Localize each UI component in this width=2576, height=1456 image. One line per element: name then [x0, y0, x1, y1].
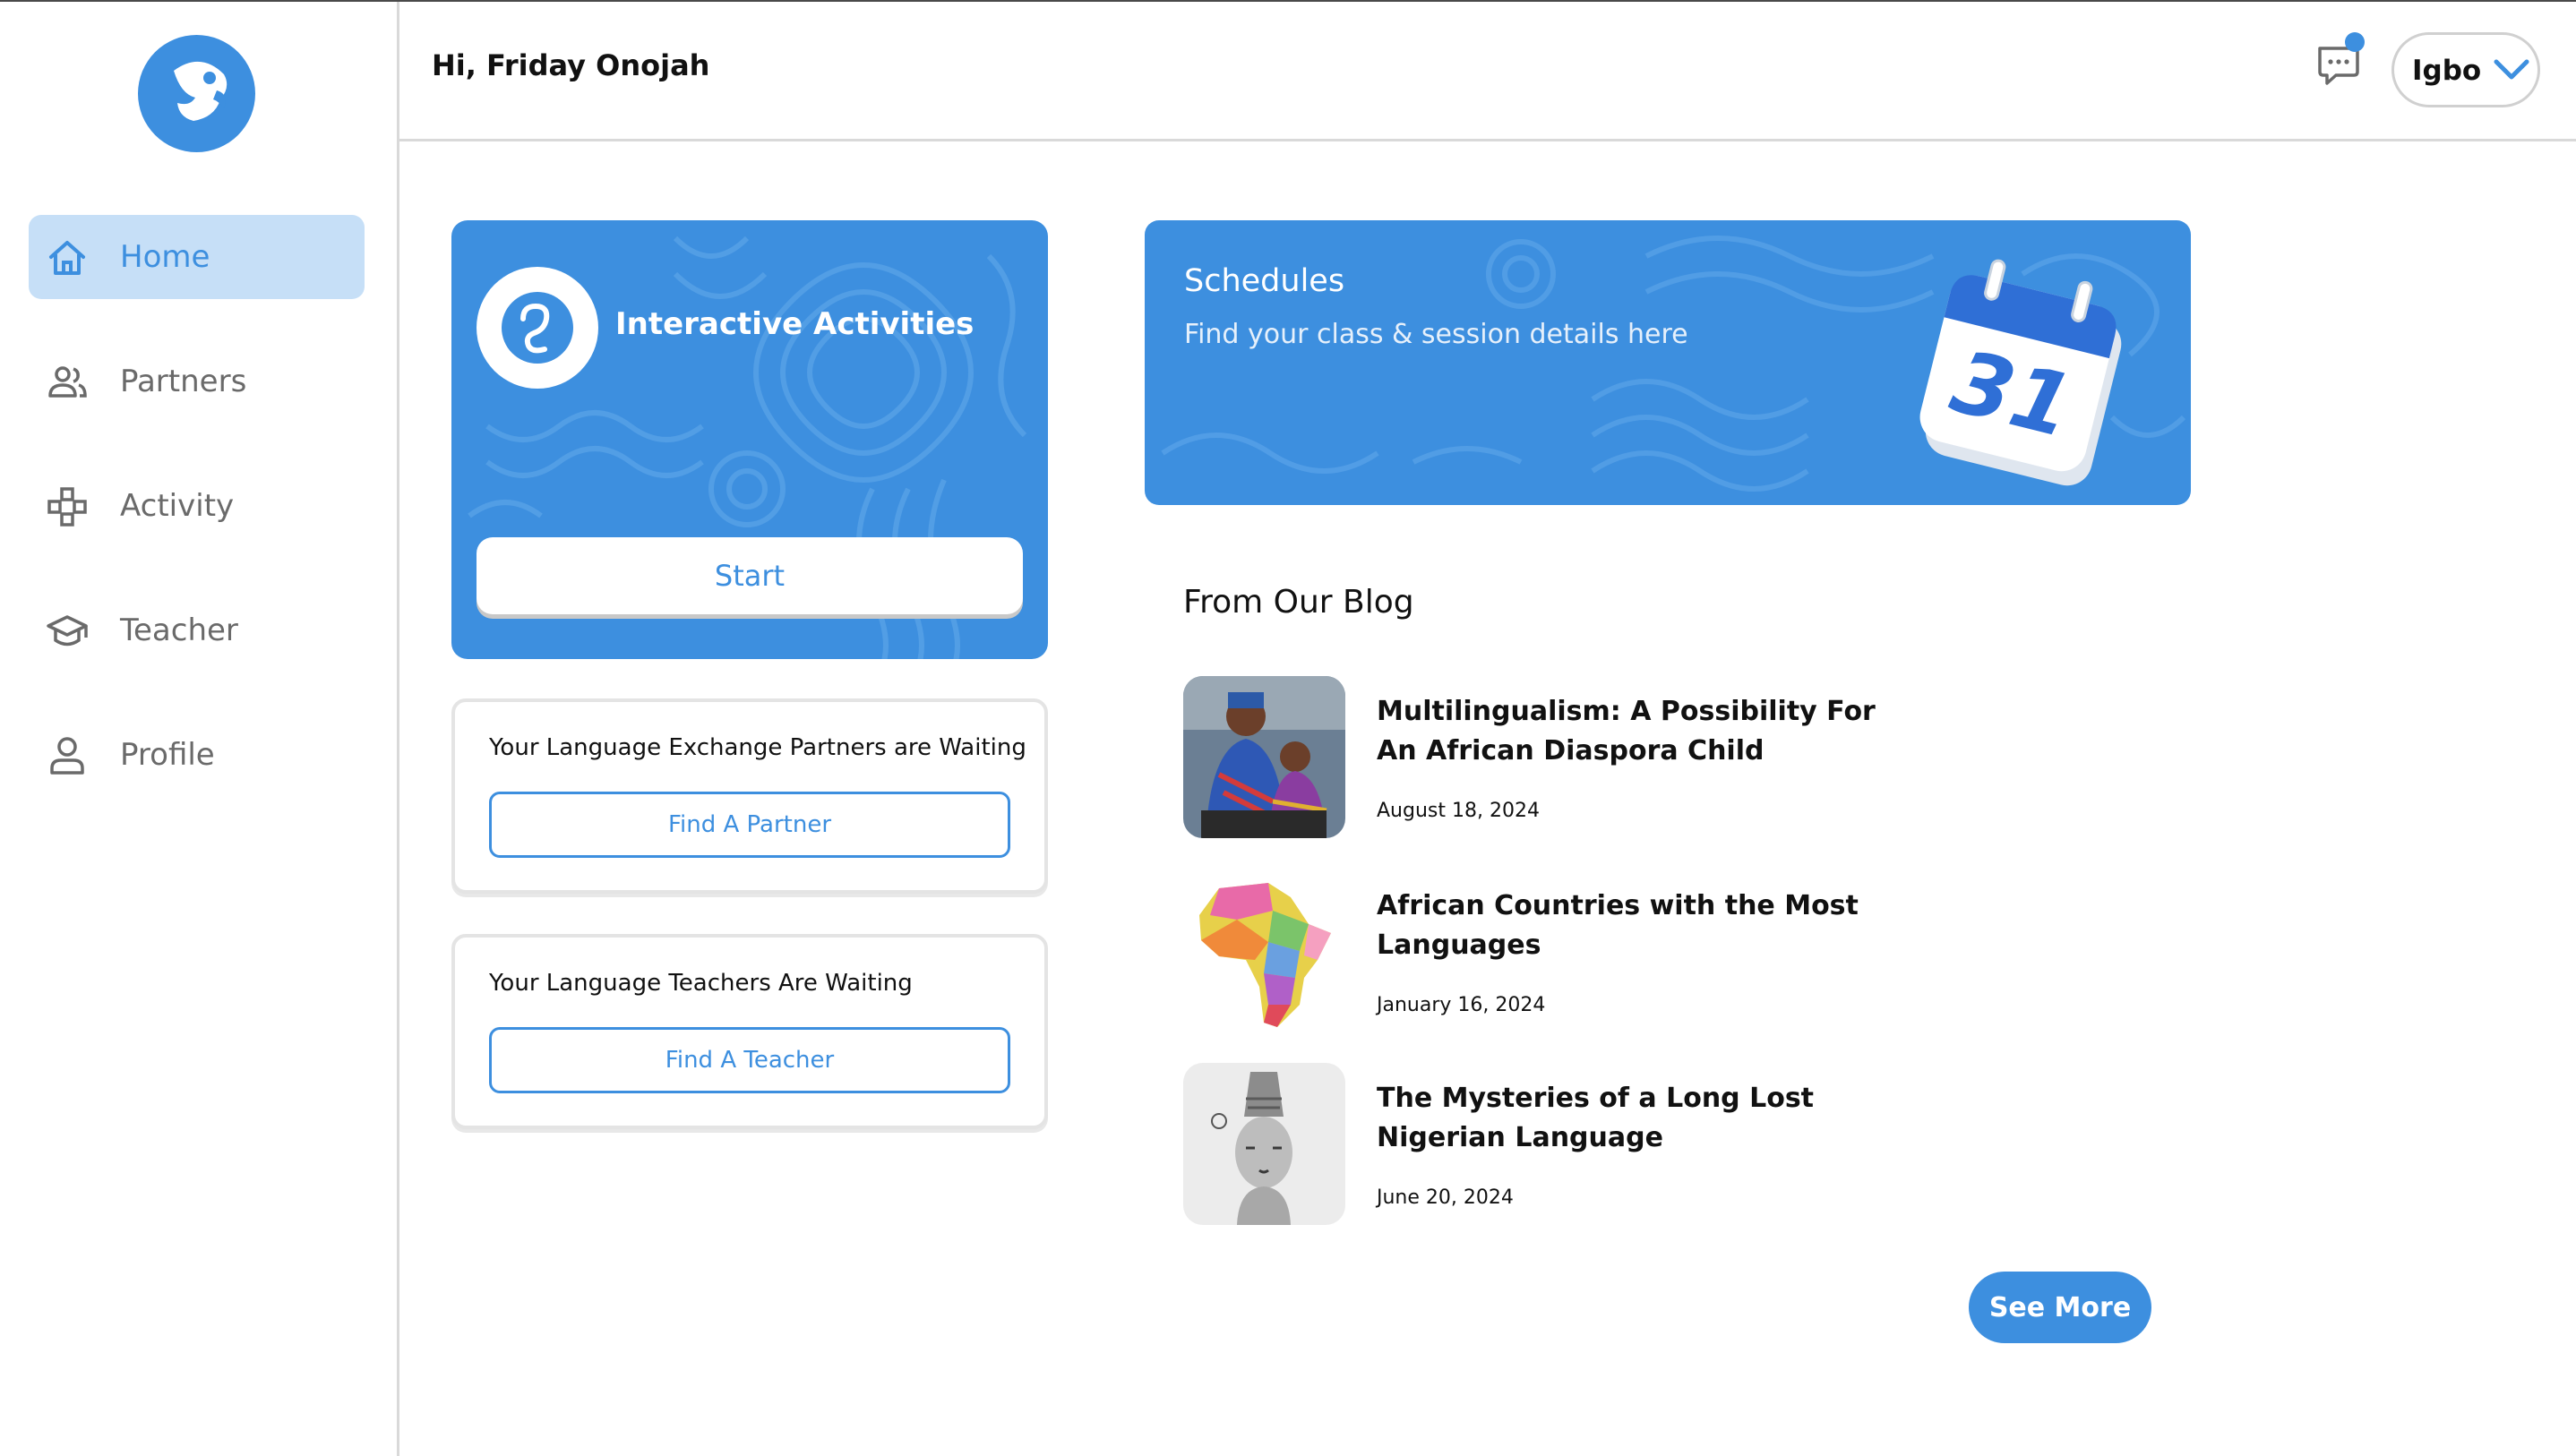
blog-thumbnail [1183, 870, 1345, 1032]
schedules-card[interactable]: Schedules Find your class & session deta… [1145, 220, 2191, 505]
chevron-down-icon [2494, 59, 2529, 80]
blog-thumbnail [1183, 1063, 1345, 1225]
blog-date: August 18, 2024 [1377, 800, 1540, 822]
sidebar-item-label: Teacher [120, 612, 238, 648]
see-more-button[interactable]: See More [1969, 1272, 2151, 1343]
sidebar-item-label: Activity [120, 488, 235, 524]
app-logo[interactable] [138, 35, 255, 152]
gamepad-icon [47, 487, 87, 527]
blog-post[interactable]: Multilingualism: A Possibility For An Af… [1183, 676, 1882, 843]
schedules-title: Schedules [1184, 263, 1345, 299]
calendar-icon: 31 [1919, 259, 2122, 486]
squiggle-icon [502, 292, 573, 364]
blog-post[interactable]: The Mysteries of a Long Lost Nigerian La… [1183, 1063, 1882, 1229]
parrot-logo-icon [174, 61, 228, 121]
sidebar-item-label: Partners [120, 364, 247, 399]
blog-thumbnail [1183, 676, 1345, 838]
blog-title: Multilingualism: A Possibility For An Af… [1377, 696, 1876, 767]
family-photo-image [1183, 676, 1345, 838]
partners-waiting-card: Your Language Exchange Partners are Wait… [451, 698, 1048, 894]
home-icon [49, 241, 85, 275]
teachers-waiting-text: Your Language Teachers Are Waiting [489, 970, 913, 997]
notification-dot [2345, 32, 2365, 52]
sidebar-item-activity[interactable]: Activity [29, 464, 365, 548]
teachers-waiting-card: Your Language Teachers Are Waiting Find … [451, 934, 1048, 1129]
find-partner-button[interactable]: Find A Partner [489, 792, 1010, 858]
sidebar-item-partners[interactable]: Partners [29, 339, 365, 424]
sidebar: Home Partners Activity Teacher Profile [0, 2, 399, 1456]
africa-map-image [1183, 870, 1345, 1032]
sidebar-item-label: Home [120, 239, 210, 275]
language-select-value: Igbo [2412, 55, 2482, 87]
portrait-sketch-image [1183, 1063, 1345, 1225]
blog-date: January 16, 2024 [1377, 994, 1546, 1016]
start-button[interactable]: Start [477, 537, 1023, 614]
sidebar-item-label: Profile [120, 737, 215, 773]
people-icon [48, 366, 87, 398]
sidebar-item-teacher[interactable]: Teacher [29, 588, 365, 672]
partners-waiting-text: Your Language Exchange Partners are Wait… [489, 734, 1026, 761]
interactive-activities-card: Interactive Activities Start [451, 220, 1048, 659]
blog-date: June 20, 2024 [1377, 1186, 1514, 1209]
language-select[interactable]: Igbo [2391, 32, 2540, 107]
greeting-text: Hi, Friday Onojah [432, 48, 710, 82]
sidebar-item-home[interactable]: Home [29, 215, 365, 299]
schedules-subtitle: Find your class & session details here [1184, 319, 1688, 350]
blog-heading: From Our Blog [1183, 584, 1414, 621]
find-teacher-button[interactable]: Find A Teacher [489, 1027, 1010, 1093]
graduation-cap-icon [47, 615, 88, 647]
sidebar-item-profile[interactable]: Profile [29, 713, 365, 797]
user-icon [50, 737, 84, 775]
top-header: Hi, Friday Onojah Igbo [399, 2, 2576, 141]
activity-badge [477, 267, 598, 389]
blog-title: African Countries with the Most Language… [1377, 890, 1859, 961]
blog-post[interactable]: African Countries with the Most Language… [1183, 870, 1882, 1037]
blog-title: The Mysteries of a Long Lost Nigerian La… [1377, 1083, 1815, 1153]
activities-title: Interactive Activities [615, 306, 975, 342]
